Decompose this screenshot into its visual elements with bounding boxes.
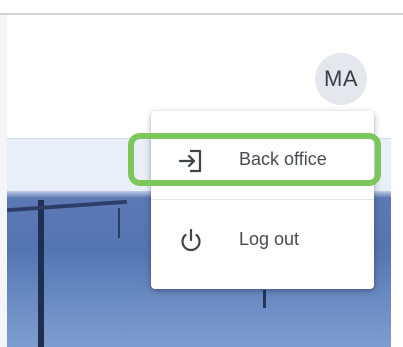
power-icon bbox=[176, 226, 206, 256]
app-window: MA Back office Log out bbox=[0, 0, 403, 347]
menu-item-label: Log out bbox=[239, 229, 300, 249]
menu-divider bbox=[151, 199, 374, 200]
user-dropdown-menu: Back office Log out bbox=[151, 111, 374, 289]
right-panel-edge bbox=[391, 15, 403, 347]
user-avatar-button[interactable]: MA bbox=[315, 53, 367, 105]
sign-in-arrow-icon bbox=[176, 146, 206, 176]
left-panel-edge bbox=[0, 15, 7, 347]
menu-item-label: Back office bbox=[239, 149, 327, 169]
menu-item-log-out[interactable]: Log out bbox=[151, 217, 374, 263]
hero-tower-silhouette bbox=[38, 200, 44, 347]
menu-item-back-office[interactable]: Back office bbox=[151, 137, 374, 183]
hero-post-silhouette bbox=[263, 290, 266, 308]
hero-crane-cable bbox=[118, 208, 120, 238]
